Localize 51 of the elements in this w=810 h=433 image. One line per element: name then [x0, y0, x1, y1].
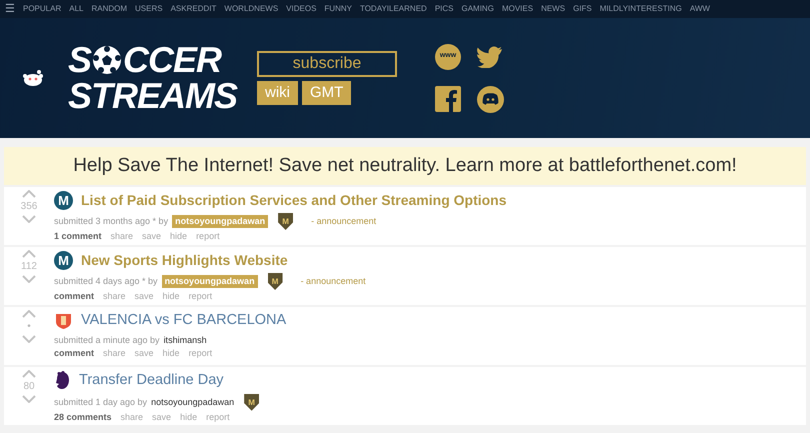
flair-badge: M	[244, 394, 260, 411]
subreddit-icon: M	[54, 191, 73, 210]
comments-link[interactable]: comment	[54, 290, 94, 302]
submitted-text: submitted 4 days ago * by	[54, 275, 158, 288]
subreddit-link[interactable]: AWW	[690, 3, 710, 15]
subreddit-link[interactable]: ASKREDDIT	[170, 3, 216, 15]
announcement-tag: - announcement	[311, 215, 376, 228]
subreddit-link[interactable]: USERS	[135, 3, 163, 15]
flair-badge: M	[268, 273, 283, 290]
banner-text: Help Save The Internet! Save net neutrality. Learn more at battleforthenet.com!	[73, 154, 737, 178]
author-link[interactable]: notsoyoungpadawan	[151, 396, 234, 409]
post-title[interactable]: Transfer Deadline Day	[79, 370, 224, 392]
flair-badge: M	[278, 213, 294, 230]
score: •	[27, 321, 31, 332]
score: 80	[23, 381, 35, 392]
subreddit-link[interactable]: GIFS	[573, 3, 592, 15]
post-title[interactable]: VALENCIA vs FC BARCELONA	[81, 310, 286, 332]
subreddit-link[interactable]: WORLDNEWS	[224, 3, 278, 15]
subreddit-link[interactable]: GAMING	[461, 3, 494, 15]
subreddit-link[interactable]: VIDEOS	[286, 3, 316, 15]
comments-link[interactable]: comment	[54, 346, 94, 359]
logo-text: STREAMS	[68, 78, 238, 114]
discord-icon[interactable]	[477, 86, 504, 112]
submitted-text: submitted a minute ago by	[54, 334, 160, 347]
subreddit-link[interactable]: TODAYILEARNED	[360, 3, 427, 15]
club-crest-icon	[54, 311, 73, 330]
facebook-icon[interactable]	[435, 86, 462, 112]
score: 356	[20, 201, 38, 212]
submitted-text: submitted 1 day ago by	[54, 396, 148, 409]
subreddit-link[interactable]: MOVIES	[502, 3, 534, 15]
comments-link[interactable]: 28 comments	[54, 410, 112, 423]
subreddit-link[interactable]: PICS	[434, 3, 454, 15]
comments-link[interactable]: 1 comment	[54, 230, 102, 242]
subreddit-link[interactable]: POPULAR	[23, 3, 62, 15]
soccer-ball-icon	[92, 45, 122, 75]
logo-text: CCER	[123, 42, 222, 78]
subreddit-link[interactable]: RANDOM	[91, 3, 128, 15]
twitter-icon[interactable]	[477, 46, 504, 68]
subscribe-button[interactable]: subscribe	[257, 51, 398, 77]
menu-icon[interactable]: ☰	[5, 0, 15, 18]
alien-icon[interactable]	[22, 69, 44, 87]
subreddit-link[interactable]: ALL	[69, 3, 84, 15]
subreddit-icon: M	[54, 251, 73, 270]
announcement-tag: - announcement	[300, 275, 366, 288]
submitted-text: submitted 3 months ago * by	[54, 215, 168, 228]
score: 112	[21, 261, 37, 272]
subreddit-link[interactable]: FUNNY	[324, 3, 352, 15]
author-link[interactable]: itshimansh	[164, 334, 207, 347]
subreddit-link[interactable]: MILDLYINTERESTING	[600, 3, 682, 15]
logo-text: S	[68, 42, 92, 78]
subreddit-link[interactable]: NEWS	[541, 3, 566, 15]
